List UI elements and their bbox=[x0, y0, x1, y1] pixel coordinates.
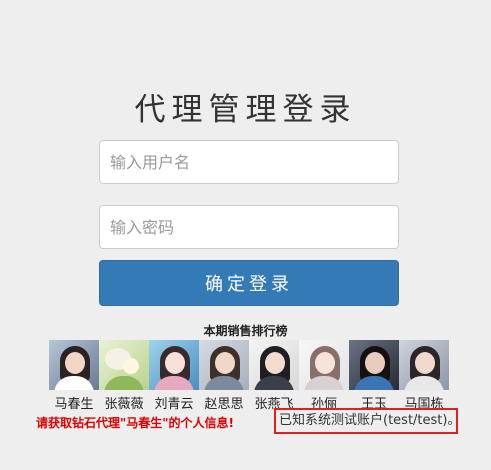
agent-photo-7 bbox=[349, 340, 399, 390]
agent-photo-3 bbox=[149, 340, 199, 390]
ranking-title: 本期销售排行榜 bbox=[203, 324, 288, 338]
agent-photo-5 bbox=[249, 340, 299, 390]
ranking-avatars bbox=[49, 340, 449, 392]
promo-text: 请获取钻石代理"马春生"的个人信息! bbox=[36, 416, 234, 430]
username-input[interactable] bbox=[99, 140, 399, 184]
login-button[interactable]: 确定登录 bbox=[99, 260, 399, 306]
agent-photo-8 bbox=[399, 340, 449, 390]
agent-photo-1 bbox=[49, 340, 99, 390]
agent-photo-2 bbox=[99, 340, 149, 390]
agent-photo-6 bbox=[299, 340, 349, 390]
footer-line: 请获取钻石代理"马春生"的个人信息! 已知系统测试账户(test/test)。 bbox=[36, 408, 466, 436]
agent-photo-4 bbox=[199, 340, 249, 390]
password-input[interactable] bbox=[99, 205, 399, 249]
test-account-hint: 已知系统测试账户(test/test)。 bbox=[274, 408, 460, 434]
page-title: 代理管理登录 bbox=[134, 92, 357, 128]
